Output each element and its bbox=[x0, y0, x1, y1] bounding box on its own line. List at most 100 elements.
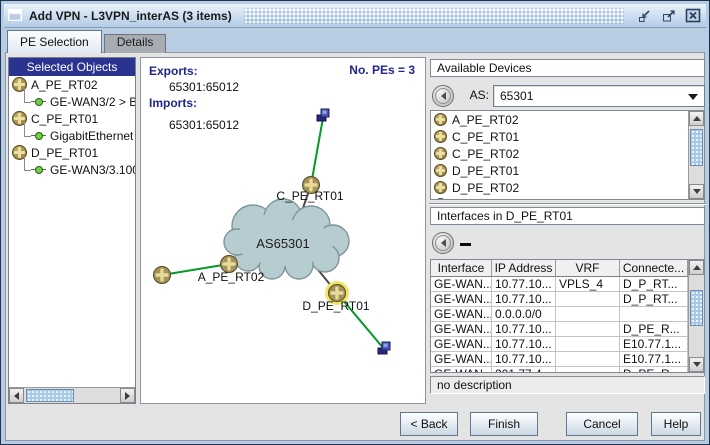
as-combobox[interactable]: 65301 bbox=[493, 85, 705, 107]
tree-item-interface[interactable]: GE-WAN3/2 > B bbox=[9, 87, 135, 110]
tab-pe-selection-label: PE Selection bbox=[20, 35, 89, 49]
cell-interface[interactable]: GE-WAN... bbox=[431, 352, 492, 367]
cell-vrf[interactable] bbox=[556, 307, 620, 322]
column-header-interface[interactable]: Interface bbox=[431, 260, 492, 277]
cell-ip[interactable]: 201.77.4 bbox=[492, 367, 556, 372]
cell-interface[interactable]: GE-WAN... bbox=[431, 337, 492, 352]
device-list-item[interactable]: C_PE_RT01 bbox=[431, 128, 704, 145]
tab-pe-selection[interactable]: PE Selection bbox=[7, 30, 102, 53]
imports-label: Imports: bbox=[149, 96, 197, 110]
scrollbar-thumb[interactable] bbox=[690, 290, 703, 326]
port-icon bbox=[31, 165, 46, 174]
router-icon bbox=[434, 181, 447, 194]
table-row[interactable]: GE-WAN... 10.77.10... VPLS_4 D_P_RT... bbox=[431, 277, 704, 292]
move-device-left-button[interactable] bbox=[432, 85, 454, 107]
cancel-button[interactable]: Cancel bbox=[566, 412, 638, 436]
table-row[interactable]: GE-WAN... 0.0.0.0/0 bbox=[431, 307, 704, 322]
cell-vrf[interactable] bbox=[556, 352, 620, 367]
table-row[interactable]: GE-WAN... 10.77.10... E10.77.1... bbox=[431, 352, 704, 367]
device-list-item-partial[interactable] bbox=[431, 196, 704, 199]
device-list-item[interactable]: C_PE_RT02 bbox=[431, 145, 704, 162]
device-list-scrollbar[interactable] bbox=[688, 111, 704, 199]
cell-interface[interactable]: GE-WAN... bbox=[431, 307, 492, 322]
cell-vrf[interactable] bbox=[556, 337, 620, 352]
minimize-button[interactable] bbox=[636, 7, 654, 24]
imports-value: 65301:65012 bbox=[169, 118, 240, 132]
selected-objects-tree: A_PE_RT02 GE-WAN3/2 > B C_PE_RT01 Gigabi… bbox=[9, 76, 135, 387]
device-name: A_PE_RT02 bbox=[452, 112, 519, 127]
table-row-partial[interactable]: GE-WAN 201.77.4 D_PE_R bbox=[431, 367, 704, 372]
cell-interface[interactable]: GE-WAN... bbox=[431, 277, 492, 292]
scrollbar-thumb[interactable] bbox=[690, 129, 703, 166]
cell-ip[interactable]: 10.77.10... bbox=[492, 337, 556, 352]
up-arrow-icon bbox=[692, 116, 701, 121]
scrollbar-thumb[interactable] bbox=[26, 389, 74, 402]
scroll-up-button[interactable] bbox=[689, 260, 704, 275]
cell-interface[interactable]: GE-WAN... bbox=[431, 322, 492, 337]
as-label: AS: bbox=[469, 88, 489, 102]
tree-item-interface[interactable]: GigabitEthernet bbox=[9, 121, 135, 144]
cell-ip[interactable]: 0.0.0.0/0 bbox=[492, 307, 556, 322]
scroll-right-button[interactable] bbox=[120, 388, 135, 403]
title-bar[interactable]: Add VPN - L3VPN_interAS (3 items) bbox=[4, 4, 706, 28]
cell-connected[interactable]: D_PE_R bbox=[620, 367, 688, 372]
column-header-ip-address[interactable]: IP Address bbox=[492, 260, 556, 277]
back-button[interactable]: < Back bbox=[400, 412, 458, 436]
table-row[interactable]: GE-WAN... 10.77.10... D_P_RT... bbox=[431, 292, 704, 307]
device-list-item[interactable]: A_PE_RT02 bbox=[431, 111, 704, 128]
scroll-left-button[interactable] bbox=[9, 388, 24, 403]
column-header-connected[interactable]: Connecte... bbox=[620, 260, 688, 277]
cell-interface[interactable]: GE-WAN... bbox=[431, 292, 492, 307]
cell-connected[interactable]: E10.77.1... bbox=[620, 352, 688, 367]
move-interface-left-button[interactable] bbox=[432, 232, 454, 254]
cell-connected[interactable]: D_P_RT... bbox=[620, 277, 688, 292]
interfaces-table-scrollbar[interactable] bbox=[688, 260, 704, 372]
cell-connected[interactable] bbox=[620, 307, 688, 322]
cell-vrf[interactable] bbox=[556, 367, 620, 372]
pe-selection-pane: Selected Objects A_PE_RT02 GE-WAN3/2 > B… bbox=[5, 52, 706, 441]
interfaces-header: Interfaces in D_PE_RT01 bbox=[430, 207, 705, 225]
tree-item-interface[interactable]: GE-WAN3/3.100 bbox=[9, 155, 135, 178]
scroll-down-button[interactable] bbox=[689, 357, 704, 372]
table-row[interactable]: GE-WAN... 10.77.10... E10.77.1... bbox=[431, 337, 704, 352]
a-pe-label: A_PE_RT02 bbox=[198, 270, 265, 284]
right-panel: Available Devices AS: 65301 A_PE_RT02 C_… bbox=[429, 57, 706, 404]
cell-connected[interactable]: D_PE_R... bbox=[620, 322, 688, 337]
cell-ip[interactable]: 10.77.10... bbox=[492, 292, 556, 307]
tree-horizontal-scrollbar[interactable] bbox=[9, 387, 135, 403]
cell-ip[interactable]: 10.77.10... bbox=[492, 277, 556, 292]
maximize-button[interactable] bbox=[660, 7, 678, 24]
topology-panel: AS65301 C_PE_RT01 A_PE_RT02 D_PE_RT01 Ex… bbox=[140, 57, 426, 404]
cell-interface[interactable]: GE-WAN bbox=[431, 367, 492, 372]
button-ring bbox=[435, 235, 451, 251]
cell-vrf[interactable] bbox=[556, 292, 620, 307]
cell-ip[interactable]: 10.77.10... bbox=[492, 352, 556, 367]
window-title: Add VPN - L3VPN_interAS (3 items) bbox=[29, 8, 232, 23]
c-pe-label: C_PE_RT01 bbox=[276, 189, 343, 203]
ce-device-top[interactable] bbox=[316, 108, 330, 122]
help-button[interactable]: Help bbox=[651, 412, 701, 436]
section-divider bbox=[429, 203, 706, 205]
cell-ip[interactable]: 10.77.10... bbox=[492, 322, 556, 337]
scroll-down-button[interactable] bbox=[689, 184, 704, 199]
scroll-up-button[interactable] bbox=[689, 111, 704, 126]
device-list-item[interactable]: D_PE_RT01 bbox=[431, 162, 704, 179]
cell-vrf[interactable]: VPLS_4 bbox=[556, 277, 620, 292]
cell-connected[interactable]: E10.77.1... bbox=[620, 337, 688, 352]
tab-details[interactable]: Details bbox=[103, 34, 167, 53]
up-arrow-icon bbox=[692, 265, 701, 270]
router-node-left[interactable] bbox=[153, 266, 171, 284]
column-header-vrf[interactable]: VRF bbox=[556, 260, 620, 277]
d-pe-label: D_PE_RT01 bbox=[302, 299, 369, 313]
device-list-item[interactable]: D_PE_RT02 bbox=[431, 179, 704, 196]
finish-button[interactable]: Finish bbox=[470, 412, 538, 436]
router-icon bbox=[434, 198, 447, 199]
as-cloud[interactable]: AS65301 bbox=[223, 198, 350, 280]
remove-button[interactable] bbox=[460, 238, 474, 250]
description-status-bar: no description bbox=[430, 376, 705, 394]
close-button[interactable] bbox=[684, 7, 702, 24]
exports-value: 65301:65012 bbox=[169, 80, 240, 94]
cell-connected[interactable]: D_P_RT... bbox=[620, 292, 688, 307]
table-row[interactable]: GE-WAN... 10.77.10... D_PE_R... bbox=[431, 322, 704, 337]
cell-vrf[interactable] bbox=[556, 322, 620, 337]
